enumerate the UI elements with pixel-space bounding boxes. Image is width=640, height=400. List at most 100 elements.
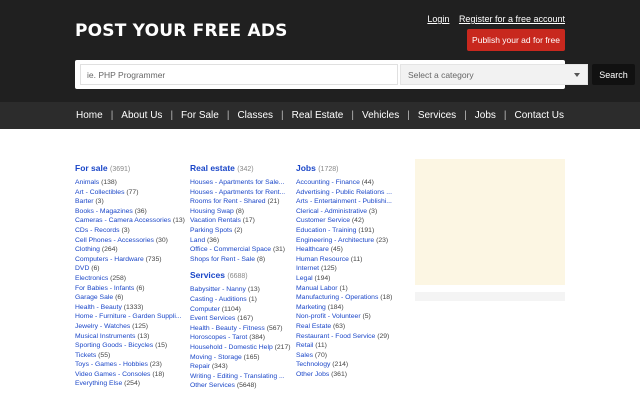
subcategory-link[interactable]: Cell Phones - Accessories	[75, 237, 154, 244]
subcategory-link[interactable]: Books - Magazines	[75, 208, 133, 215]
nav-item-real-estate[interactable]: Real Estate	[292, 110, 344, 121]
subcategory-link[interactable]: Clothing	[75, 246, 100, 253]
subcategory-link[interactable]: CDs - Records	[75, 227, 120, 234]
nav-item-about-us[interactable]: About Us	[121, 110, 162, 121]
subcategory-link[interactable]: Moving - Storage	[190, 354, 242, 361]
subcategory-link[interactable]: Manufacturing - Operations	[296, 294, 378, 301]
nav-item-contact-us[interactable]: Contact Us	[515, 110, 564, 121]
subcategory-link[interactable]: Repair	[190, 363, 210, 370]
subcategory-link[interactable]: Tickets	[75, 352, 96, 359]
subcategory-link[interactable]: Marketing	[296, 304, 326, 311]
subcategory-link[interactable]: Advertising - Public Relations ...	[296, 189, 392, 196]
subcategory-link[interactable]: Babysitter - Nanny	[190, 286, 246, 293]
subcategory-item: Sales (70)	[296, 351, 392, 361]
category-title[interactable]: For sale	[75, 163, 108, 173]
category-heading: Services (6688)	[190, 270, 291, 280]
subcategory-item: Jewelry - Watches (125)	[75, 322, 185, 332]
subcategory-item: Land (36)	[190, 236, 291, 246]
subcategory-link[interactable]: Musical Instruments	[75, 333, 135, 340]
subcategory-link[interactable]: Art - Collectibles	[75, 189, 124, 196]
subcategory-count: (70)	[314, 351, 327, 359]
subcategory-link[interactable]: Home - Furniture - Garden Suppli...	[75, 313, 182, 320]
search-button[interactable]: Search	[592, 64, 635, 85]
subcategory-link[interactable]: Office - Commercial Space	[190, 246, 271, 253]
category-select[interactable]: Select a category	[400, 64, 588, 85]
subcategory-link[interactable]: Land	[190, 237, 205, 244]
nav-item-for-sale[interactable]: For Sale	[181, 110, 219, 121]
subcategory-link[interactable]: Education - Training	[296, 227, 356, 234]
subcategory-link[interactable]: Technology	[296, 361, 330, 368]
subcategory-link[interactable]: Toys - Games - Hobbies	[75, 361, 148, 368]
subcategory-link[interactable]: Houses - Apartments for Rent...	[190, 189, 285, 196]
register-link[interactable]: Register for a free account	[459, 14, 565, 24]
subcategory-link[interactable]: Other Jobs	[296, 371, 329, 378]
subcategory-item: Sporting Goods - Bicycles (15)	[75, 341, 185, 351]
subcategory-item: Cell Phones - Accessories (30)	[75, 236, 185, 246]
subcategory-link[interactable]: Sales	[296, 352, 313, 359]
subcategory-item: Writing - Editing - Translating ...	[190, 372, 291, 382]
search-input[interactable]	[80, 64, 398, 85]
subcategory-link[interactable]: Computer	[190, 306, 220, 313]
subcategory-link[interactable]: Video Games - Consoles	[75, 371, 150, 378]
subcategory-link[interactable]: Rooms for Rent - Shared	[190, 198, 266, 205]
subcategory-link[interactable]: Human Resource	[296, 256, 349, 263]
site-title[interactable]: POST YOUR FREE ADS	[75, 21, 288, 41]
subcategory-link[interactable]: Parking Spots	[190, 227, 232, 234]
subcategory-link[interactable]: Customer Service	[296, 217, 350, 224]
subcategory-link[interactable]: Event Services	[190, 315, 235, 322]
subcategory-item: Barter (3)	[75, 197, 185, 207]
subcategory-link[interactable]: Garage Sale	[75, 294, 113, 301]
subcategory-link[interactable]: Writing - Editing - Translating ...	[190, 373, 285, 380]
subcategory-link[interactable]: Legal	[296, 275, 313, 282]
subcategory-link[interactable]: Cameras - Camera Accessories	[75, 217, 171, 224]
subcategory-item: DVD (6)	[75, 264, 185, 274]
nav-item-services[interactable]: Services	[418, 110, 456, 121]
post-ad-button[interactable]: Publish your ad for free	[467, 29, 565, 51]
subcategory-link[interactable]: Arts - Entertainment - Publishi...	[296, 198, 392, 205]
subcategory-item: Clerical - Administrative (3)	[296, 207, 392, 217]
nav-item-classes[interactable]: Classes	[237, 110, 273, 121]
subcategory-link[interactable]: Everything Else	[75, 380, 122, 387]
subcategory-link[interactable]: Vacation Rentals	[190, 217, 241, 224]
subcategory-link[interactable]: Health - Beauty	[75, 304, 122, 311]
category-title[interactable]: Real estate	[190, 163, 235, 173]
subcategory-link[interactable]: Housing Swap	[190, 208, 234, 215]
subcategory-link[interactable]: Health - Beauty - Fitness	[190, 325, 265, 332]
subcategory-link[interactable]: Barter	[75, 198, 94, 205]
subcategory-link[interactable]: Healthcare	[296, 246, 329, 253]
subcategory-link[interactable]: Animals	[75, 179, 99, 186]
subcategory-link[interactable]: Horoscopes - Tarot	[190, 334, 247, 341]
category-title[interactable]: Services	[190, 270, 225, 280]
subcategory-link[interactable]: DVD	[75, 265, 89, 272]
subcategory-link[interactable]: Casting - Auditions	[190, 296, 247, 303]
category-title[interactable]: Jobs	[296, 163, 316, 173]
subcategory-link[interactable]: Clerical - Administrative	[296, 208, 367, 215]
login-link[interactable]: Login	[427, 14, 449, 24]
subcategory-link[interactable]: Non-profit - Volunteer	[296, 313, 361, 320]
subcategory-link[interactable]: Retail	[296, 342, 313, 349]
category-column-1: For sale (3691) Animals (138) Art - Collec…	[75, 163, 185, 395]
subcategory-link[interactable]: Real Estate	[296, 323, 331, 330]
subcategory-count: (217)	[274, 343, 291, 351]
subcategory-link[interactable]: Internet	[296, 265, 319, 272]
subcategory-count: (8)	[235, 207, 245, 215]
subcategory-link[interactable]: Engineering - Architecture	[296, 237, 374, 244]
nav-item-jobs[interactable]: Jobs	[475, 110, 496, 121]
subcategory-link[interactable]: Electronics	[75, 275, 108, 282]
subcategory-link[interactable]: Other Services	[190, 382, 235, 389]
subcategory-link[interactable]: Jewelry - Watches	[75, 323, 130, 330]
subcategory-link[interactable]: For Babies - Infants	[75, 285, 134, 292]
subcategory-link[interactable]: Computers - Hardware	[75, 256, 144, 263]
subcategory-link[interactable]: Manual Labor	[296, 285, 338, 292]
subcategory-link[interactable]: Accounting - Finance	[296, 179, 360, 186]
subcategory-link[interactable]: Sporting Goods - Bicycles	[75, 342, 153, 349]
subcategory-count: (8)	[256, 255, 266, 263]
subcategory-link[interactable]: Household - Domestic Help	[190, 344, 273, 351]
subcategory-count: (44)	[361, 179, 374, 186]
nav-item-vehicles[interactable]: Vehicles	[362, 110, 399, 121]
subcategory-item: Real Estate (63)	[296, 322, 392, 332]
subcategory-link[interactable]: Houses - Apartments for Sale...	[190, 179, 284, 186]
subcategory-link[interactable]: Restaurant - Food Service	[296, 333, 375, 340]
subcategory-link[interactable]: Shops for Rent - Sale	[190, 256, 255, 263]
nav-item-home[interactable]: Home	[76, 110, 103, 121]
